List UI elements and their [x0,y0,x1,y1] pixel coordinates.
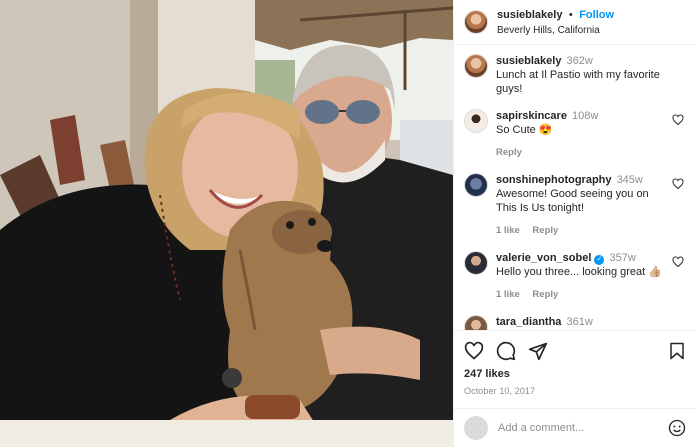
small-heart-icon[interactable] [672,114,684,126]
caption-username[interactable]: susieblakely [496,55,561,67]
comment-meta: Reply [496,146,672,160]
post-sidebar: susieblakely • Follow Beverly Hills, Cal… [453,0,696,447]
heart-icon[interactable] [464,341,484,361]
small-heart-icon[interactable] [672,256,684,268]
action-row [464,340,686,362]
comment-age[interactable]: 108w [572,110,598,122]
commenter-avatar[interactable] [464,109,488,133]
photo-illustration [0,0,453,447]
caption-avatar[interactable] [464,54,488,78]
bookmark-icon[interactable] [668,341,686,361]
comment-username[interactable]: sonshinephotography [496,174,612,186]
comment-age[interactable]: 357w [610,252,636,264]
post-actions: 247 likes October 10, 2017 [454,330,696,408]
post-photo[interactable] [0,0,453,447]
verified-badge-icon: ✓ [594,255,605,265]
comment-username[interactable]: valerie_von_sobel [496,252,591,264]
author-username[interactable]: susieblakely [497,9,562,21]
reply-button[interactable]: Reply [496,147,522,158]
add-comment-bar [454,408,696,447]
location-link[interactable]: Beverly Hills, California [497,23,614,38]
comment-text: Awesome! Good seeing you on This Is Us t… [496,188,649,214]
smiley-icon[interactable] [668,419,686,437]
comment-age[interactable]: 361w [566,316,592,328]
comment-bubble-icon[interactable] [496,341,516,361]
viewer-avatar [464,416,488,440]
post-header: susieblakely • Follow Beverly Hills, Cal… [454,0,696,45]
commenter-avatar[interactable] [464,173,488,197]
comment-meta: 1 like Reply [496,288,672,302]
like-count[interactable]: 247 likes [464,368,686,380]
caption-text: Lunch at Il Pastio with my favorite guys… [496,69,660,95]
small-heart-icon[interactable] [672,178,684,190]
reply-button[interactable]: Reply [532,225,558,236]
caption-age[interactable]: 362w [567,55,593,67]
comment-item: sapirskincare 108w So Cute 😍 Reply [454,96,696,160]
header-text: susieblakely • Follow Beverly Hills, Cal… [497,6,614,38]
comment-item: sonshinephotography 345w Awesome! Good s… [454,160,696,238]
commenter-avatar[interactable] [464,251,488,275]
comment-text: So Cute 😍 [496,124,553,136]
comment-like-count[interactable]: 1 like [496,225,520,236]
comment-like-count[interactable]: 1 like [496,289,520,300]
comments-list[interactable]: susieblakely 362w Lunch at Il Pastio wit… [454,46,696,330]
comment-text: Hello you three... looking great 👍🏼 [496,266,662,278]
follow-button[interactable]: Follow [579,9,614,21]
post-date[interactable]: October 10, 2017 [464,386,686,396]
separator-dot: • [568,9,573,21]
comment-meta: 1 like Reply [496,224,672,238]
reply-button[interactable]: Reply [532,289,558,300]
comment-item: valerie_von_sobel ✓ 357w Hello you three… [454,238,696,302]
paper-plane-icon[interactable] [528,341,548,361]
caption: susieblakely 362w Lunch at Il Pastio wit… [454,46,696,96]
author-avatar[interactable] [464,10,488,34]
comment-age[interactable]: 345w [617,174,643,186]
comment-username[interactable]: sapirskincare [496,110,567,122]
commenter-avatar[interactable] [464,315,488,330]
comment-item: tara_diantha 361w [454,302,696,330]
comment-input[interactable] [498,422,658,434]
comment-username[interactable]: tara_diantha [496,316,561,328]
